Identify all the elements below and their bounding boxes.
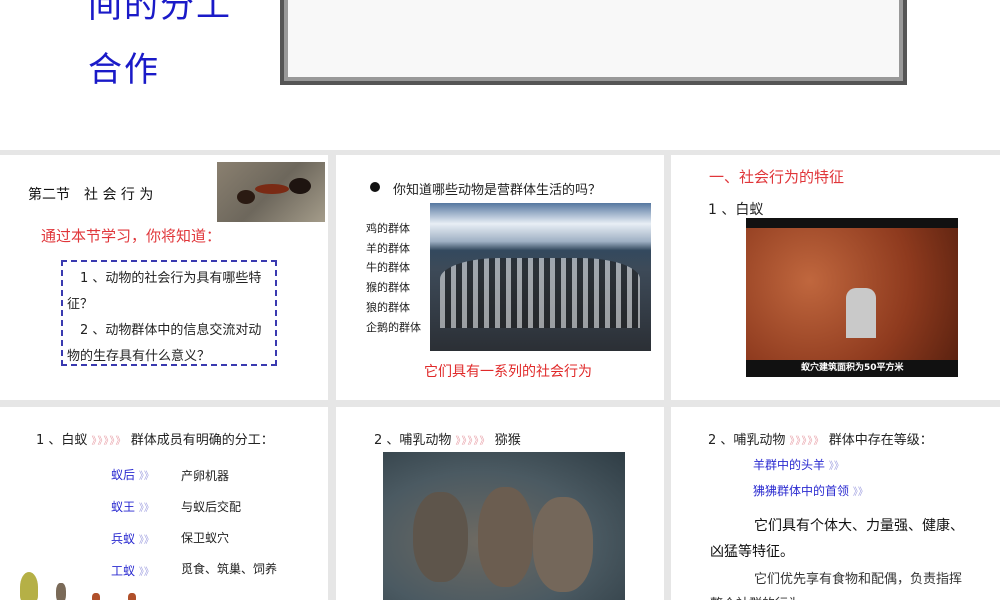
slide-thumbnail-6[interactable]: 2 、哺乳动物 》》》》》 群体中存在等级： 羊群中的头羊 》》 狒狒群体中的首… bbox=[671, 407, 1000, 600]
topic-label: 2 、哺乳动物 bbox=[374, 433, 452, 448]
termite-icon bbox=[128, 593, 136, 600]
termite-icon bbox=[56, 583, 66, 600]
chevron-icon: 》》 bbox=[828, 461, 844, 472]
chevron-icon: 》》 bbox=[138, 471, 154, 482]
chevron-icon: 》》 bbox=[138, 567, 154, 578]
role-duty: 觅食、筑巢、饲养 bbox=[181, 562, 278, 576]
topic-label: 1 、白蚁 bbox=[36, 433, 88, 448]
slide-thumbnail-3[interactable]: 一、社会行为的特征 1 、白蚁 蚁穴建筑面积为50平方米 bbox=[671, 155, 1000, 400]
group-item: 牛的群体 bbox=[366, 261, 410, 275]
rank-item: 狒狒群体中的首领 bbox=[753, 484, 850, 498]
group-item: 羊的群体 bbox=[366, 241, 410, 255]
slide-thumbnail-5[interactable]: 2 、哺乳动物 》》》》》 猕猴 bbox=[336, 407, 664, 600]
question-2: 2 、动物群体中的信息交流对动物的生存具有什么意义？ bbox=[67, 323, 262, 364]
chevron-icon: 》》 bbox=[852, 487, 868, 498]
slide-thumbnail-1[interactable]: 第二节 社 会 行 为 通过本节学习，你将知道： 1 、动物的社会行为具有哪些特… bbox=[0, 155, 328, 400]
slide-subtitle: 通过本节学习，你将知道： bbox=[41, 227, 222, 245]
video-caption: 蚁穴建筑面积为50平方米 bbox=[801, 363, 904, 373]
slide-item: 1 、白蚁 bbox=[708, 202, 764, 218]
role-duty: 与蚁后交配 bbox=[181, 500, 242, 514]
macaques-video bbox=[383, 452, 625, 600]
chevrons-icon: 》》》》》 bbox=[789, 436, 825, 447]
chevrons-icon: 》》》》》 bbox=[455, 436, 491, 447]
slide-line: 2 、哺乳动物 》》》》》 猕猴 bbox=[374, 429, 521, 448]
slide-title-line2: 合作 bbox=[88, 50, 160, 90]
role-name: 兵蚁 bbox=[111, 532, 136, 546]
group-item: 企鹅的群体 bbox=[366, 320, 421, 334]
termite-icon bbox=[92, 593, 100, 600]
group-item: 狼的群体 bbox=[366, 300, 410, 314]
role-name: 蚁后 bbox=[111, 468, 136, 482]
roles-list: 蚁后 》》 蚁王 》》 兵蚁 》》 工蚁 》》 bbox=[111, 460, 154, 588]
groups-list: 鸡的群体 羊的群体 牛的群体 猴的群体 狼的群体 企鹅的群体 bbox=[366, 219, 421, 337]
slide-thumbnail-4[interactable]: 1 、白蚁 》》》》》 群体成员有明确的分工： 蚁后 》》 蚁王 》》 兵蚁 》… bbox=[0, 407, 328, 600]
slide-title-line1: 间的分工 bbox=[88, 0, 232, 26]
role-duty: 产卵机器 bbox=[181, 469, 230, 483]
chevrons-icon: 》》》》》 bbox=[91, 436, 127, 447]
topic-desc: 群体中存在等级： bbox=[828, 433, 933, 448]
question-1: 1 、动物的社会行为具有哪些特征？ bbox=[67, 271, 262, 312]
slide-heading: 第二节 社 会 行 为 bbox=[28, 187, 154, 203]
slide-thumbnail-2[interactable]: 你知道哪些动物是营群体生活的吗？ 鸡的群体 羊的群体 牛的群体 猴的群体 狼的群… bbox=[336, 155, 664, 400]
group-item: 鸡的群体 bbox=[366, 222, 410, 235]
termite-queen-icon bbox=[20, 572, 38, 600]
role-duty: 保卫蚁穴 bbox=[181, 531, 230, 545]
role-name: 工蚁 bbox=[111, 564, 136, 578]
questions-box: 1 、动物的社会行为具有哪些特征？ 2 、动物群体中的信息交流对动物的生存具有什… bbox=[61, 260, 277, 366]
slide-line: 2 、哺乳动物 》》》》》 群体中存在等级： bbox=[708, 429, 933, 448]
bullet-icon bbox=[370, 182, 380, 192]
chevron-icon: 》》 bbox=[138, 503, 154, 514]
slide-heading: 一、社会行为的特征 bbox=[709, 168, 845, 186]
role-name: 蚁王 bbox=[111, 500, 136, 514]
duties-list: 产卵机器 与蚁后交配 保卫蚁穴 觅食、筑巢、饲养 bbox=[181, 461, 277, 585]
ants-photo bbox=[217, 162, 325, 222]
slide-conclusion: 它们具有一系列的社会行为 bbox=[424, 364, 592, 380]
group-item: 猴的群体 bbox=[366, 281, 410, 295]
topic-desc: 群体成员有明确的分工： bbox=[130, 433, 274, 448]
termite-mound-video: 蚁穴建筑面积为50平方米 bbox=[746, 218, 958, 377]
paragraph-1: 它们具有个体大、力量强、健康、凶猛等特征。 bbox=[710, 518, 964, 560]
rank-item: 羊群中的头羊 bbox=[753, 458, 826, 472]
topic-label: 2 、哺乳动物 bbox=[708, 433, 786, 448]
slide-line: 1 、白蚁 》》》》》 群体成员有明确的分工： bbox=[36, 429, 274, 448]
paragraph-2: 它们优先享有食物和配偶，负责指挥整个社群的行为。 bbox=[710, 572, 963, 600]
penguins-photo bbox=[430, 203, 651, 351]
video-frame-placeholder bbox=[280, 0, 907, 85]
slide-question: 你知道哪些动物是营群体生活的吗？ bbox=[393, 183, 602, 198]
ranks-list: 羊群中的头羊 》》 狒狒群体中的首领 》》 bbox=[753, 453, 868, 505]
current-slide-partial[interactable]: 间的分工 合作 bbox=[0, 0, 1000, 150]
chevron-icon: 》》 bbox=[138, 535, 154, 546]
topic-desc: 猕猴 bbox=[494, 433, 521, 448]
